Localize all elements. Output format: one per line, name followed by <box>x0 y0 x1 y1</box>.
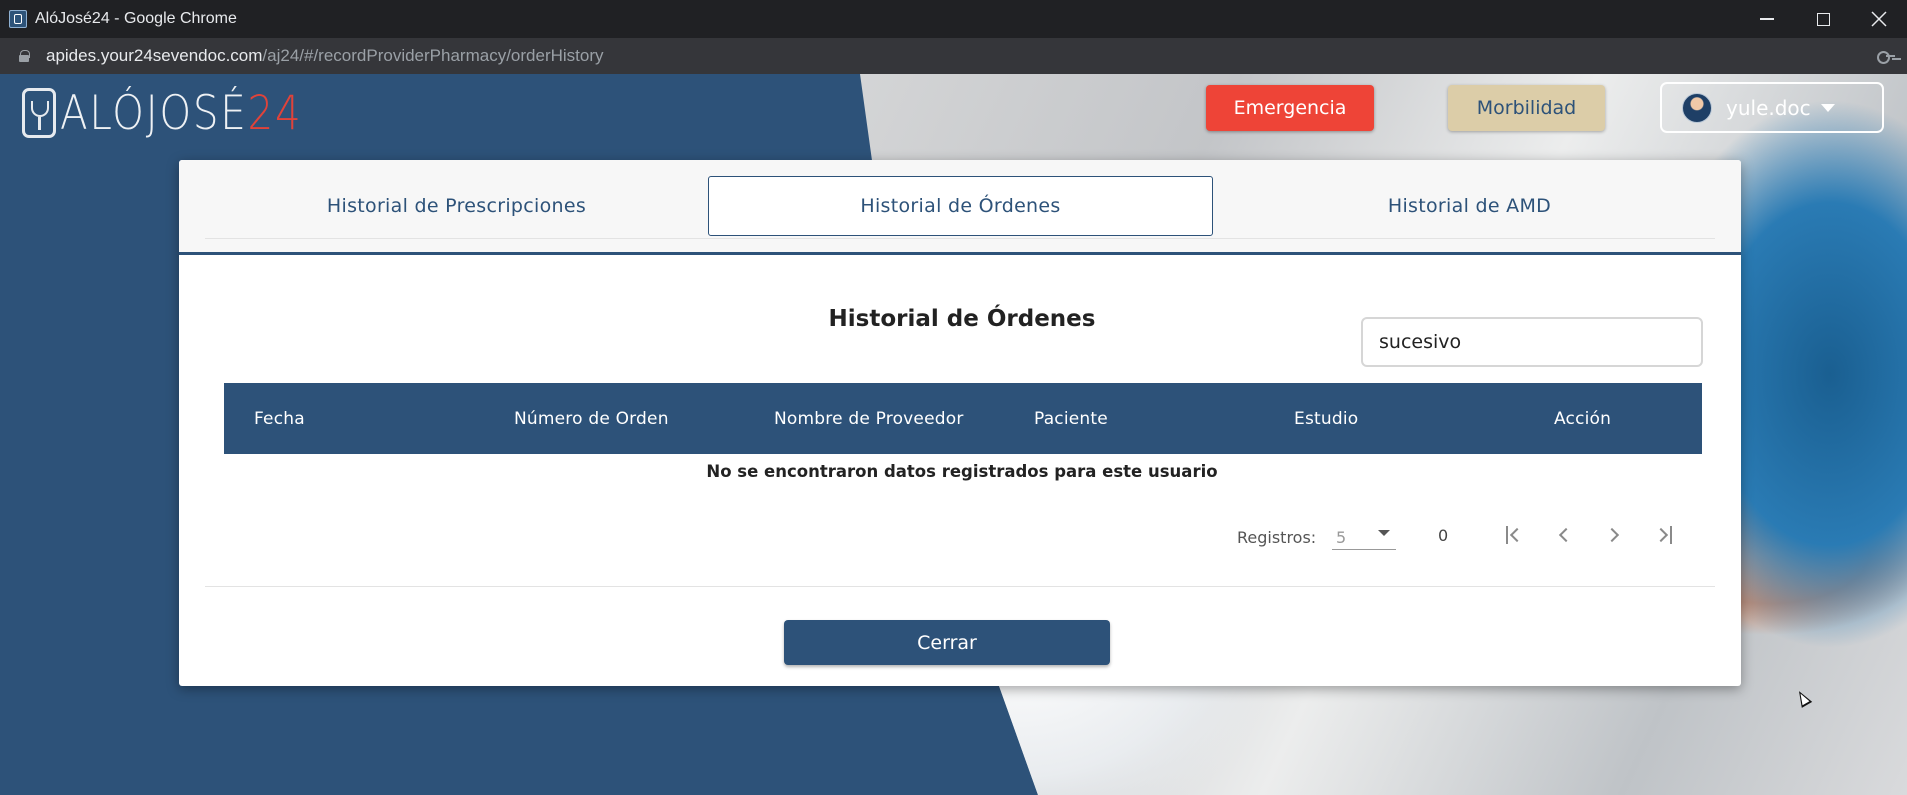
first-page-icon <box>1509 527 1525 543</box>
dropdown-arrow-icon <box>1378 530 1390 536</box>
page-size-value: 5 <box>1336 528 1347 547</box>
morbidity-button[interactable]: Morbilidad <box>1448 85 1605 131</box>
footer-divider <box>205 586 1715 587</box>
column-header-provider-name[interactable]: Nombre de Proveedor <box>774 383 964 454</box>
logo-text: ALÓJOSÉ24 <box>60 85 303 141</box>
url-path: /aj24/#/recordProviderPharmacy/orderHist… <box>262 46 604 65</box>
minimize-button[interactable] <box>1739 0 1795 38</box>
maximize-button[interactable] <box>1795 0 1851 38</box>
order-history-modal: Historial de Prescripciones Historial de… <box>179 160 1741 686</box>
maximize-icon <box>1816 12 1830 26</box>
app-logo[interactable]: ALÓJOSÉ24 <box>22 84 342 142</box>
tab-bar: Historial de Prescripciones Historial de… <box>179 160 1741 255</box>
window-titlebar: AlóJosé24 - Google Chrome <box>0 0 1907 38</box>
url-host: apides.your24sevendoc.com <box>46 46 263 65</box>
tab-prescriptions-history[interactable]: Historial de Prescripciones <box>204 176 709 236</box>
empty-table-message: No se encontraron datos registrados para… <box>706 462 1218 481</box>
column-header-date[interactable]: Fecha <box>254 383 305 454</box>
app-favicon-icon <box>9 10 27 28</box>
column-header-action: Acción <box>1554 408 1612 429</box>
column-header-patient[interactable]: Paciente <box>1034 383 1108 454</box>
last-page-bar-icon <box>1670 526 1672 544</box>
first-page-bar-icon <box>1506 526 1508 544</box>
search-input[interactable] <box>1361 317 1703 367</box>
paginator-label: Registros: <box>1237 528 1317 547</box>
emergency-button[interactable]: Emergencia <box>1206 85 1374 131</box>
column-header-order-number[interactable]: Número de Orden <box>514 383 669 454</box>
page-size-select[interactable]: 5 <box>1332 520 1396 550</box>
previous-page-button[interactable] <box>1547 518 1581 552</box>
url-text[interactable]: apides.your24sevendoc.com/aj24/#/recordP… <box>46 46 604 66</box>
lock-icon <box>19 50 30 62</box>
close-icon <box>1871 11 1887 27</box>
address-bar[interactable]: apides.your24sevendoc.com/aj24/#/recordP… <box>0 38 1907 74</box>
last-page-icon <box>1653 527 1669 543</box>
next-page-button[interactable] <box>1597 518 1631 552</box>
minimize-icon <box>1760 18 1774 20</box>
chevron-left-icon <box>1558 527 1574 543</box>
user-name: yule.doc <box>1726 95 1811 120</box>
tabs-divider <box>205 238 1715 239</box>
tab-orders-history[interactable]: Historial de Órdenes <box>708 176 1213 236</box>
close-button[interactable]: Cerrar <box>784 620 1110 665</box>
key-icon[interactable] <box>1877 48 1895 64</box>
tab-amd-history[interactable]: Historial de AMD <box>1217 176 1722 236</box>
paginator-range: 0 <box>1438 526 1449 545</box>
chevron-right-icon <box>1604 527 1620 543</box>
avatar <box>1682 92 1712 123</box>
caret-down-icon <box>1820 103 1835 112</box>
column-header-study[interactable]: Estudio <box>1294 383 1358 454</box>
page: ALÓJOSÉ24 Emergencia Morbilidad yule.doc… <box>0 74 1907 795</box>
table-header: Fecha Número de Orden Nombre de Proveedo… <box>224 383 1702 454</box>
user-menu[interactable]: yule.doc <box>1660 82 1884 133</box>
first-page-button[interactable] <box>1497 518 1531 552</box>
close-window-button[interactable] <box>1851 0 1907 38</box>
window-title: AlóJosé24 - Google Chrome <box>35 10 237 27</box>
stethoscope-logo-icon <box>22 88 56 138</box>
last-page-button[interactable] <box>1647 518 1681 552</box>
